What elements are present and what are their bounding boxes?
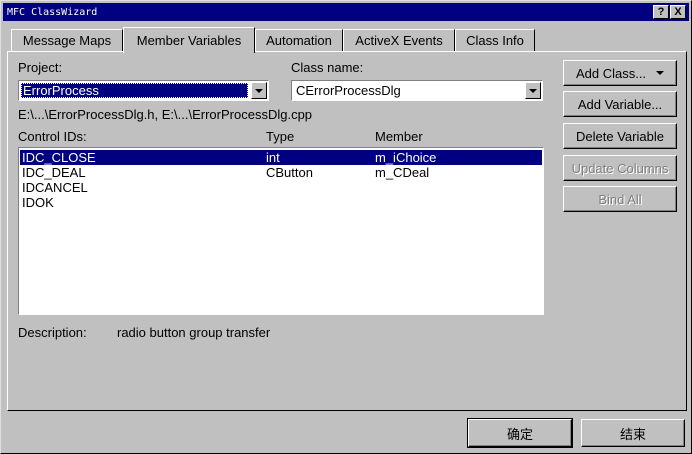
- cancel-button[interactable]: 结束: [581, 419, 685, 447]
- tab-member-variables[interactable]: Member Variables: [123, 27, 255, 53]
- close-button[interactable]: X: [670, 5, 686, 19]
- help-button[interactable]: ?: [653, 5, 669, 19]
- tab-automation[interactable]: Automation: [255, 29, 343, 51]
- tab-panel: [7, 51, 687, 411]
- window-title: MFC ClassWizard: [7, 6, 98, 18]
- tab-message-maps[interactable]: Message Maps: [11, 29, 123, 51]
- title-bar[interactable]: MFC ClassWizard ? X: [3, 3, 689, 21]
- ok-button[interactable]: 确定: [467, 418, 573, 448]
- tab-class-info[interactable]: Class Info: [455, 29, 535, 51]
- classwizard-window: MFC ClassWizard ? X Message Maps Member …: [0, 0, 692, 454]
- tab-activex-events[interactable]: ActiveX Events: [343, 29, 455, 51]
